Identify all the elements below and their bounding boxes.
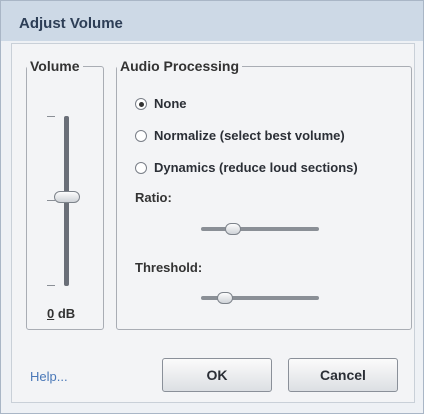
radio-dynamics-label: Dynamics (reduce loud sections)	[154, 160, 358, 175]
dialog-title: Adjust Volume	[19, 15, 123, 32]
radio-none[interactable]: None	[135, 96, 187, 111]
threshold-slider-thumb	[217, 292, 233, 304]
volume-value-label: 0 dB	[47, 306, 75, 321]
volume-value-unit: dB	[54, 306, 76, 321]
dialog-body: Volume 0 dB Audio Processing None Normal…	[11, 43, 415, 403]
radio-unselected-icon[interactable]	[135, 129, 147, 142]
audio-processing-legend: Audio Processing	[120, 58, 240, 74]
cancel-button[interactable]: Cancel	[288, 358, 398, 392]
adjust-volume-dialog: Adjust Volume Volume 0 dB Audio Processi…	[0, 0, 424, 414]
audio-processing-group: Audio Processing None Normalize (select …	[116, 58, 412, 330]
radio-none-label: None	[154, 96, 187, 111]
radio-dynamics[interactable]: Dynamics (reduce loud sections)	[135, 160, 358, 175]
volume-slider-thumb[interactable]	[54, 191, 80, 203]
radio-normalize[interactable]: Normalize (select best volume)	[135, 128, 345, 143]
volume-legend: Volume	[30, 58, 80, 74]
volume-group: Volume 0 dB	[26, 58, 104, 330]
ratio-slider-track	[201, 227, 319, 231]
ok-button[interactable]: OK	[162, 358, 272, 392]
help-link[interactable]: Help...	[30, 369, 68, 384]
volume-tick	[47, 200, 55, 201]
volume-tick	[47, 116, 55, 117]
radio-normalize-label: Normalize (select best volume)	[154, 128, 345, 143]
ratio-label: Ratio:	[135, 190, 172, 205]
radio-unselected-icon[interactable]	[135, 161, 147, 174]
radio-selected-icon[interactable]	[135, 97, 147, 110]
ratio-slider-thumb	[225, 223, 241, 235]
threshold-label: Threshold:	[135, 260, 203, 275]
volume-tick	[47, 285, 55, 286]
title-bar[interactable]: Adjust Volume	[7, 9, 417, 39]
